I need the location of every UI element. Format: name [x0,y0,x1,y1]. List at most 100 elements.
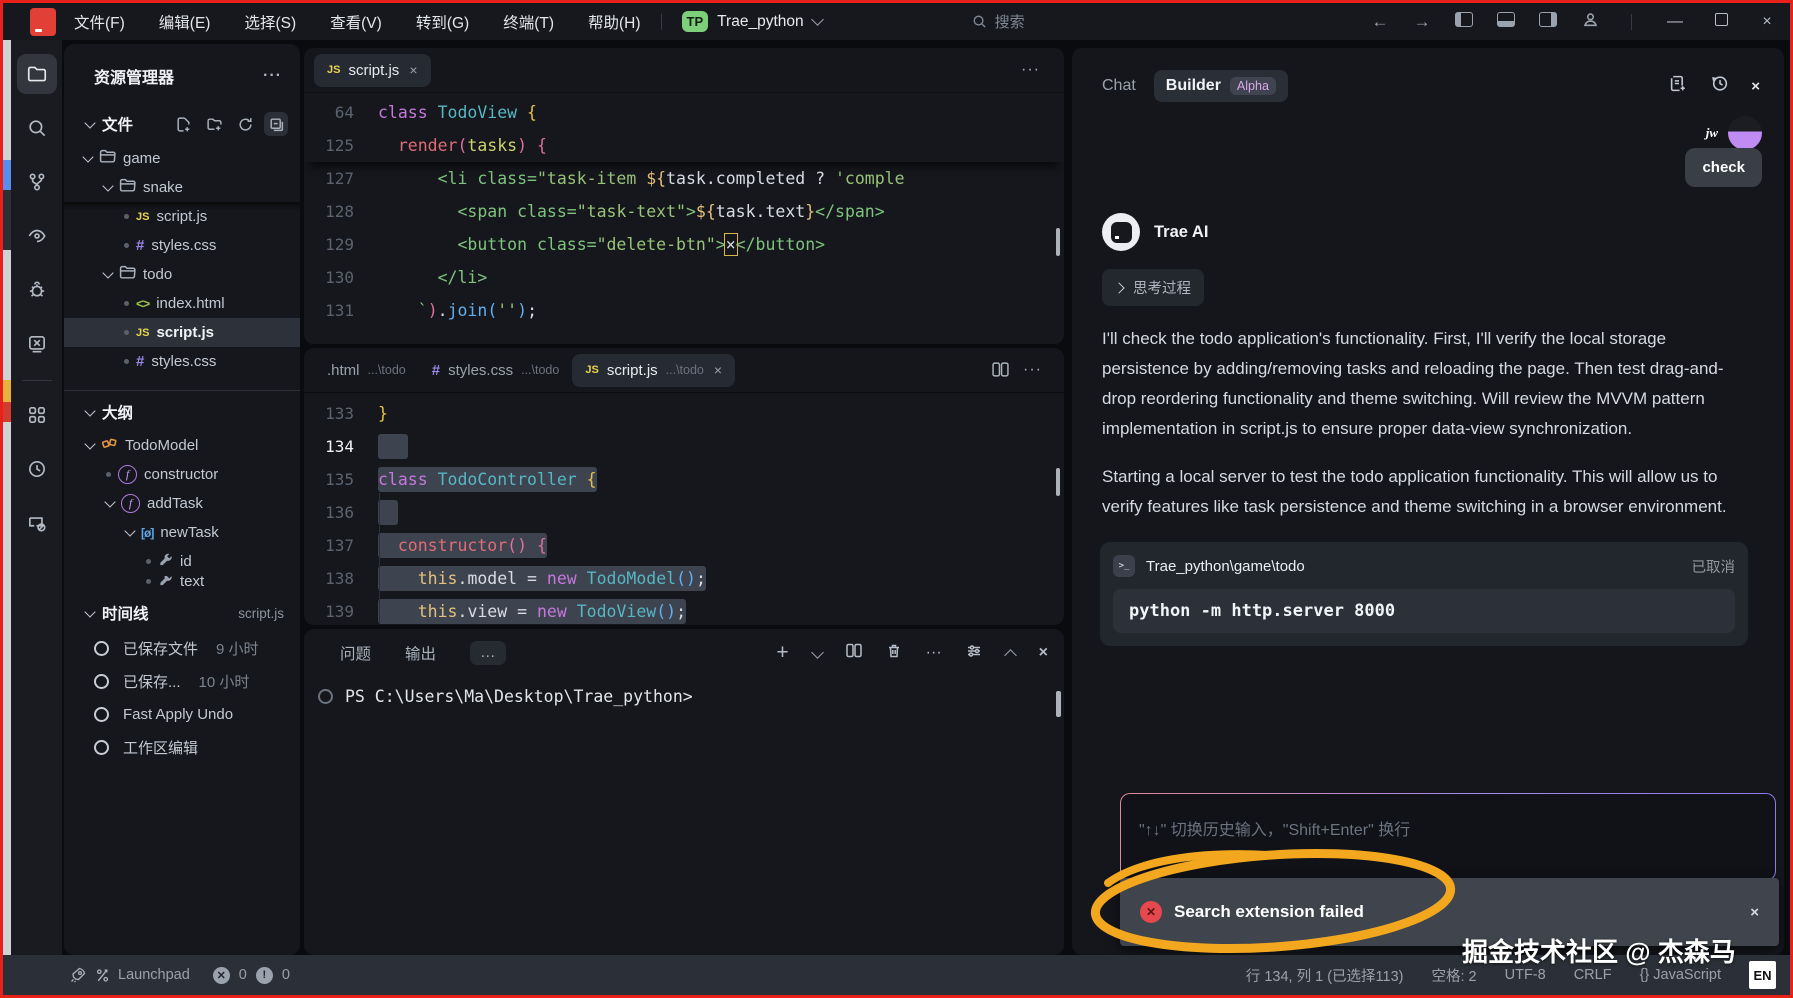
toggle-right-sidebar-button[interactable] [1527,12,1569,32]
account-button[interactable] [1569,11,1611,33]
command-text[interactable]: python -m http.server 8000 [1113,589,1735,633]
code-area-top[interactable]: 64class TodoView {125 render(tasks) {127… [304,93,1064,327]
tab--html[interactable]: .html...\todo [314,354,419,387]
code-line-131[interactable]: 131 `).join(''); [304,294,1064,327]
language-mode[interactable]: {} JavaScript [1640,967,1721,983]
close-button[interactable]: × [1744,13,1790,31]
split-editor-icon[interactable] [992,361,1009,379]
menu-item[interactable]: 编辑(E) [159,11,211,33]
tab-styles-css[interactable]: #styles.css...\todo [419,354,573,387]
source-control-icon[interactable] [17,162,57,202]
remote-window-icon[interactable] [17,503,57,543]
tree-item-game[interactable]: game [64,144,300,173]
code-area-bottom[interactable]: 133}134 135class TodoController {136 137… [304,393,1064,625]
close-tab-icon[interactable]: × [409,62,417,78]
menu-item[interactable]: 文件(F) [74,11,125,33]
menu-item[interactable]: 终端(T) [503,11,554,33]
code-line-128[interactable]: 128 <span class="task-text">${task.text}… [304,195,1064,228]
project-switcher[interactable]: TP Trae_python [682,11,822,32]
refresh-icon[interactable] [233,112,257,136]
tab-script-js[interactable]: JSscript.js...\todo× [572,354,735,387]
global-search[interactable]: 搜索 [972,11,1025,32]
tree-item-snake[interactable]: snake [64,173,300,202]
minimize-button[interactable]: — [1652,13,1698,31]
code-line-134[interactable]: 134 [304,430,1064,463]
thinking-process-toggle[interactable]: 思考过程 [1102,269,1204,306]
menu-item[interactable]: 转到(G) [416,11,469,33]
user-avatar[interactable] [1728,116,1762,150]
eol-sequence[interactable]: CRLF [1574,967,1612,983]
scrollbar-handle[interactable] [1056,691,1061,717]
code-line-135[interactable]: 135class TodoController { [304,463,1064,496]
terminal[interactable]: PS C:\Users\Ma\Desktop\Trae_python> [304,677,1064,706]
kill-terminal-icon[interactable] [886,643,902,664]
outline-item-TodoModel[interactable]: TodoModel [64,431,300,460]
preview-eye-icon[interactable] [17,216,57,256]
apps-grid-icon[interactable] [17,395,57,435]
launchpad-button[interactable]: Launchpad [118,967,190,983]
code-line-136[interactable]: 136 [304,496,1064,529]
encoding[interactable]: UTF-8 [1505,967,1546,983]
more-actions-icon[interactable]: ··· [263,67,282,85]
scrollbar-handle[interactable] [1056,468,1060,496]
outline-item-constructor[interactable]: fconstructor [64,460,300,489]
code-line-138[interactable]: 138 this.model = new TodoModel(); [304,562,1064,595]
editor-more-actions-icon[interactable]: ··· [1023,361,1042,379]
tab-problems[interactable]: 问题 [340,642,371,664]
chat-input[interactable]: "↑↓" 切换历史输入，"Shift+Enter" 换行 [1120,793,1776,881]
tree-item-index-html[interactable]: <>index.html [64,289,300,318]
maximize-panel-icon[interactable] [1004,649,1017,662]
tree-item-styles-css[interactable]: #styles.css [64,231,300,260]
explorer-icon[interactable] [17,54,57,94]
filter-icon[interactable] [966,643,982,664]
tree-item-script-js[interactable]: JSscript.js [64,318,300,347]
editor-more-actions-icon[interactable]: ··· [1021,61,1040,79]
timeline-item[interactable]: 已保存...10 小时 [64,665,300,698]
maximize-button[interactable] [1698,13,1744,31]
toggle-left-sidebar-button[interactable] [1443,12,1485,32]
errors-count[interactable]: 0 [239,967,247,983]
debug-icon[interactable] [17,270,57,310]
outline-section-header[interactable]: 大纲 [64,393,300,431]
test-box-icon[interactable] [17,324,57,364]
warnings-count[interactable]: 0 [282,967,290,983]
code-line-127[interactable]: 127 <li class="task-item ${task.complete… [304,162,1064,195]
terminal-dropdown-icon[interactable] [811,646,824,659]
outline-item-text[interactable]: text [64,576,300,586]
nav-forward-button[interactable]: → [1401,12,1443,32]
new-chat-icon[interactable] [1669,74,1688,98]
new-terminal-icon[interactable]: + [776,641,788,665]
scrollbar-handle[interactable] [1056,228,1060,256]
panel-overflow-tabs[interactable]: … [470,641,506,665]
code-line-64[interactable]: 64class TodoView { [304,96,1064,129]
split-terminal-icon[interactable] [846,643,862,663]
code-line-129[interactable]: 129 <button class="delete-btn">×</button… [304,228,1064,261]
code-line-139[interactable]: 139 this.view = new TodoView(); [304,595,1064,625]
nav-back-button[interactable]: ← [1359,12,1401,32]
close-notification-icon[interactable]: × [1750,904,1759,921]
menu-item[interactable]: 选择(S) [244,11,296,33]
menu-item[interactable]: 查看(V) [330,11,382,33]
files-section-header[interactable]: 文件 [64,98,300,144]
errors-icon[interactable]: ✕ [213,967,230,984]
tab-chat[interactable]: Chat [1102,77,1136,95]
timeline-item[interactable]: 工作区编辑 [64,731,300,764]
tree-item-styles-css[interactable]: #styles.css [64,347,300,376]
panel-more-actions-icon[interactable]: ··· [926,644,942,662]
close-panel-icon[interactable]: × [1039,644,1048,662]
close-chat-icon[interactable]: × [1751,78,1760,95]
history-clock-icon[interactable] [17,449,57,489]
code-line-133[interactable]: 133} [304,397,1064,430]
new-file-icon[interactable] [171,112,195,136]
timeline-item[interactable]: Fast Apply Undo [64,698,300,731]
close-tab-icon[interactable]: × [714,362,722,378]
tab-output[interactable]: 输出 [405,642,436,664]
outline-item-newTask[interactable]: [ø]newTask [64,518,300,547]
menu-item[interactable]: 帮助(H) [588,11,641,33]
code-line-130[interactable]: 130 </li> [304,261,1064,294]
ime-indicator[interactable]: EN [1749,961,1776,989]
timeline-section-header[interactable]: 时间线 script.js [64,586,300,632]
app-logo-icon[interactable] [30,8,56,36]
outline-item-id[interactable]: id [64,547,300,576]
chat-history-icon[interactable] [1710,74,1729,98]
